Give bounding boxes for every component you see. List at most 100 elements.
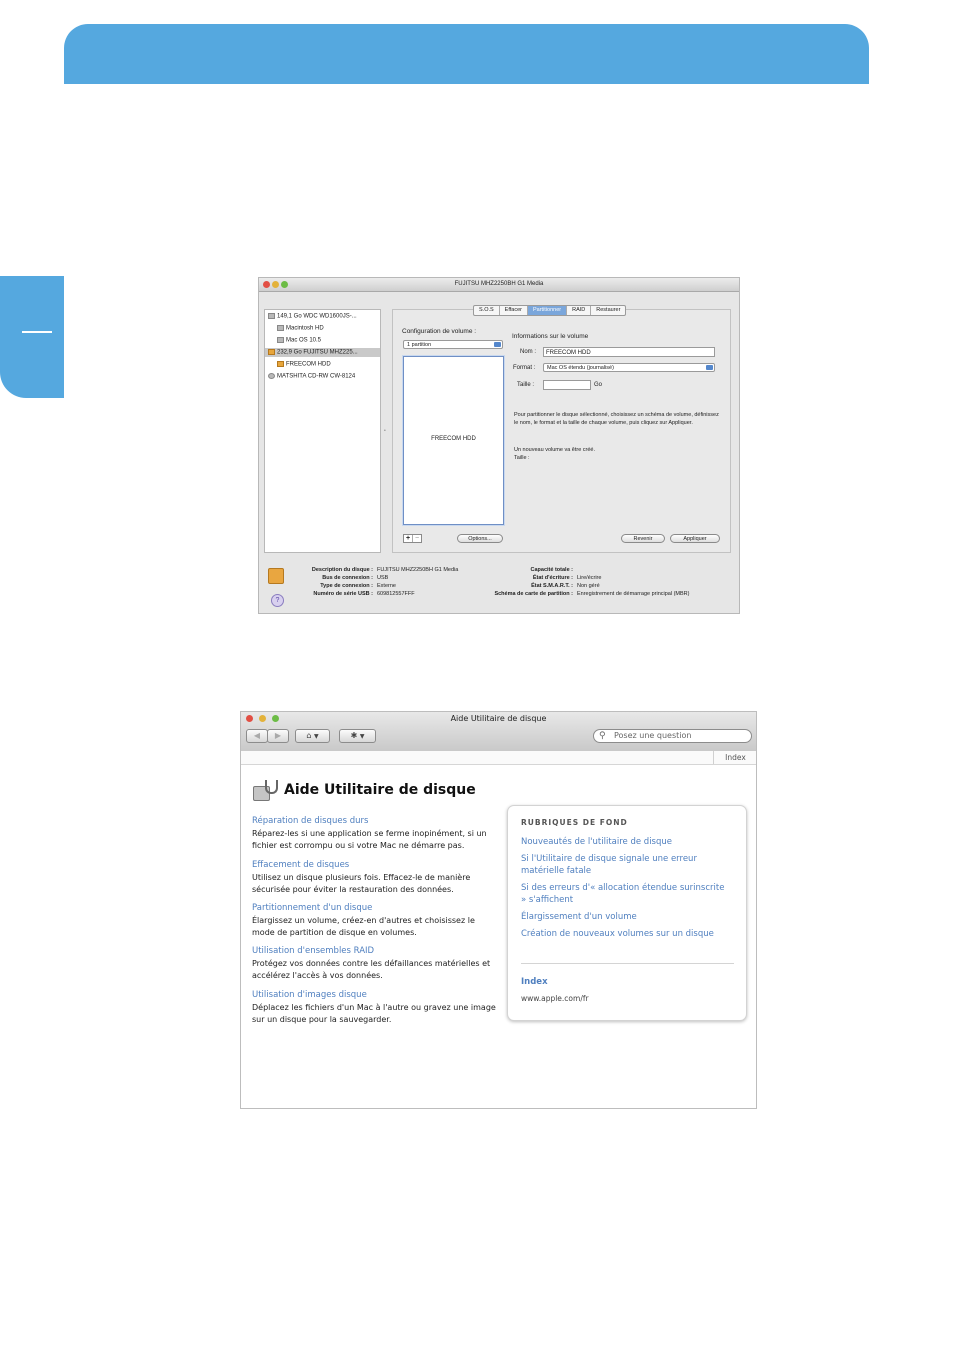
external-hdd-icon [268,349,275,355]
info-label-capacity: Capacité totale : [530,567,573,573]
info-label-type: Type de connexion : [320,583,373,589]
size-label: Taille : [517,382,535,388]
format-popup[interactable]: Mac OS étendu (journalisé) [543,363,715,372]
tab-effacer[interactable]: Effacer [500,306,528,315]
du-window-title: FUJITSU MHZ2250BH G1 Media [454,281,544,287]
du-close-button[interactable] [263,281,270,288]
help-minimize-button[interactable] [259,715,266,722]
info-value-partition-map: Enregistrement de démarrage principal (M… [577,591,690,597]
topic-link-raid[interactable]: Utilisation d'ensembles RAID [252,946,374,956]
topic-desc-raid: Protégez vos données contre les défailla… [252,959,491,980]
disk-utility-window: FUJITSU MHZ2250BH G1 Media 149,1 Go WDC … [258,277,740,614]
external-disk-icon [268,568,284,584]
topic-desc-repair: Réparez-les si une application se ferme … [252,829,487,850]
chevron-down-icon: ▼ [359,733,365,740]
du-info-panel: ? Description du disque : FUJITSU MHZ225… [259,558,739,613]
du-minimize-button[interactable] [272,281,279,288]
info-label-serial: Numéro de série USB : [313,591,373,597]
apply-button[interactable]: Appliquer [670,534,720,543]
side-tab-dash [22,331,52,333]
info-value-serial: 609812557FFF [377,591,415,597]
revert-button[interactable]: Revenir [621,534,665,543]
sidebar-volume-freecom[interactable]: FREECOM HDD [277,361,331,368]
header-band [64,24,869,84]
bg-link-fatal-error[interactable]: Si l'Utilitaire de disque signale une er… [521,853,731,877]
info-value-write-state: Lire/écrire [577,575,602,581]
tab-partitionner[interactable]: Partitionner [528,306,568,315]
du-sidebar: 149,1 Go WDC WD1600JS-... Macintosh HD M… [264,309,381,553]
bg-link-enlarge-volume[interactable]: Élargissement d'un volume [521,911,731,923]
sidebar-volume-macintosh-hd[interactable]: Macintosh HD [277,325,324,332]
popup-arrow-icon [494,342,501,347]
popup-arrow-icon [706,365,713,370]
info-value-bus: USB [377,575,389,581]
info-label-description: Description du disque : [311,567,373,573]
info-label-partition-map: Schéma de carte de partition : [494,591,573,597]
home-icon: ⌂ [306,731,312,740]
remove-partition-button[interactable]: − [413,535,421,542]
name-label: Nom : [520,349,537,355]
tab-raid[interactable]: RAID [567,306,592,315]
side-tab [0,276,64,398]
volume-icon [277,325,284,331]
help-icon[interactable]: ? [271,594,284,607]
help-window: Aide Utilitaire de disque ◀ ▶ ⌂ ▼ ✱ ▼ ⚲ … [240,711,757,1109]
sidebar-disk-wdc[interactable]: 149,1 Go WDC WD1600JS-... [268,313,357,320]
info-label-bus: Bus de connexion : [322,575,373,581]
topic-desc-disk-images: Déplacez les fichiers d'un Mac à l'autre… [252,1003,496,1024]
sidebar-volume-mac-os[interactable]: Mac OS 10.5 [277,337,321,344]
back-arrow-icon: ◀ [253,731,261,740]
new-volume-size: Taille : [514,455,530,461]
topic-link-partition[interactable]: Partitionnement d'un disque [252,903,372,913]
info-value-smart: Non géré [577,583,600,589]
disk-utility-icon [253,780,278,801]
forward-arrow-icon: ▶ [274,731,282,740]
home-button[interactable]: ⌂ ▼ [295,729,330,743]
info-value-description: FUJITSU MHZ2250BH G1 Media [377,567,459,573]
volume-layout-name: FREECOM HDD [431,436,476,442]
topic-link-erase[interactable]: Effacement de disques [252,860,349,870]
bg-link-index[interactable]: Index [521,976,731,988]
size-field[interactable] [543,380,591,390]
topic-link-repair[interactable]: Réparation de disques durs [252,816,368,826]
tab-restaurer[interactable]: Restaurer [591,306,625,315]
bg-link-allocation-error[interactable]: Si des erreurs d'« allocation étendue su… [521,882,731,906]
new-volume-text: Un nouveau volume va être créé. [514,447,596,453]
bg-link-whats-new[interactable]: Nouveautés de l'utilitaire de disque [521,836,731,848]
topic-link-disk-images[interactable]: Utilisation d'images disque [252,990,367,1000]
add-remove-controls: + − [403,534,422,543]
du-titlebar: FUJITSU MHZ2250BH G1 Media [259,278,739,292]
background-heading: RUBRIQUES DE FOND [521,818,628,827]
splitter-handle[interactable]: • [384,428,386,434]
search-input[interactable]: ⚲ Posez une question [593,729,752,743]
partition-help-text: Pour partitionner le disque sélectionné,… [514,412,719,426]
apple-site[interactable]: www.apple.com/fr [521,994,589,1003]
bg-link-new-volumes[interactable]: Création de nouveaux volumes sur un disq… [521,928,731,940]
sidebar-cd-drive[interactable]: MATSHITA CD-RW CW-8124 [268,373,355,380]
options-button[interactable]: Options... [457,534,503,543]
stethoscope-shape [265,780,278,794]
back-button[interactable]: ◀ [246,729,268,743]
help-close-button[interactable] [246,715,253,722]
config-label: Configuration de volume : [402,328,477,335]
index-tab[interactable]: Index [713,751,757,764]
config-value: 1 partition [407,342,432,348]
sidebar-disk-fujitsu[interactable]: 232,9 Go FUJITSU MHZ225... [265,348,380,357]
volume-layout-box[interactable]: FREECOM HDD [402,355,505,526]
du-zoom-button[interactable] [281,281,288,288]
hdd-icon [268,313,275,319]
help-zoom-button[interactable] [272,715,279,722]
format-label: Format : [513,365,536,371]
topic-desc-erase: Utilisez un disque plusieurs fois. Effac… [252,873,471,894]
action-button[interactable]: ✱ ▼ [339,729,376,743]
forward-button[interactable]: ▶ [267,729,289,743]
config-popup[interactable]: 1 partition [403,340,503,349]
divider [521,963,734,964]
name-field[interactable]: FREECOM HDD [543,347,715,357]
help-heading: Aide Utilitaire de disque [284,782,476,798]
format-value: Mac OS étendu (journalisé) [547,365,614,371]
add-partition-button[interactable]: + [404,535,413,542]
tab-sos[interactable]: S.O.S [474,306,500,315]
info-value-type: Externe [377,583,396,589]
info-label-smart: État S.M.A.R.T. : [531,583,573,589]
